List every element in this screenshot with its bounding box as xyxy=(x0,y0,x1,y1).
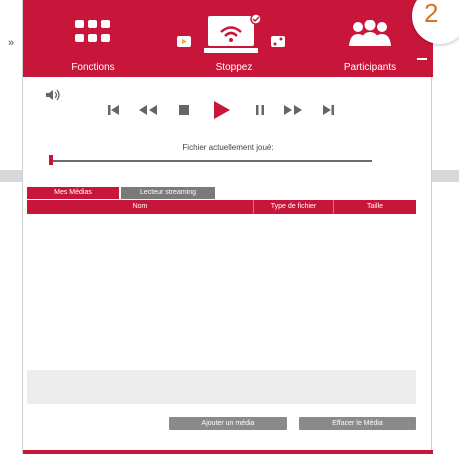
minimize-button[interactable] xyxy=(417,58,427,60)
stop-icon[interactable] xyxy=(177,103,191,117)
participants-label: Participants xyxy=(343,62,397,73)
top-toolbar: Fonctions Stoppez Participants xyxy=(23,0,433,77)
progress-track[interactable] xyxy=(49,160,372,162)
stop-sharing-button[interactable]: Stoppez xyxy=(173,0,295,77)
fast-forward-icon[interactable] xyxy=(282,103,304,117)
media-table-header: Nom Type de fichier Taille xyxy=(27,200,416,214)
skip-back-icon[interactable] xyxy=(107,103,121,117)
add-media-button[interactable]: Ajouter un média xyxy=(169,417,287,430)
status-area xyxy=(27,370,416,404)
column-size[interactable]: Taille xyxy=(333,200,416,214)
participants-button[interactable]: Participants xyxy=(335,0,405,77)
screen-share-icon xyxy=(177,13,285,53)
rewind-icon[interactable] xyxy=(137,103,159,117)
column-name[interactable]: Nom xyxy=(27,200,253,214)
tab-streaming-player[interactable]: Lecteur streaming xyxy=(121,187,215,199)
media-table-body[interactable] xyxy=(27,214,416,370)
stop-label: Stoppez xyxy=(215,62,253,73)
side-collapse-tab[interactable]: » xyxy=(0,28,22,58)
bottom-accent-bar xyxy=(23,450,433,454)
participants-icon xyxy=(349,20,391,46)
progress-thumb[interactable] xyxy=(49,155,53,165)
step-number: 2 xyxy=(424,0,439,28)
skip-forward-icon[interactable] xyxy=(321,103,335,117)
play-icon[interactable] xyxy=(211,100,231,120)
media-window: Fonctions Stoppez Participants Fichier a… xyxy=(22,0,433,454)
column-file-type[interactable]: Type de fichier xyxy=(253,200,333,214)
functions-button[interactable]: Fonctions xyxy=(53,0,133,77)
current-file-caption: Fichier actuellement joué: xyxy=(182,143,274,152)
delete-media-button[interactable]: Effacer le Média xyxy=(299,417,416,430)
functions-label: Fonctions xyxy=(71,62,115,73)
grid-icon xyxy=(75,20,110,42)
pause-icon[interactable] xyxy=(253,103,267,117)
tab-my-media[interactable]: Mes Médias xyxy=(27,187,119,199)
volume-icon[interactable] xyxy=(45,89,61,101)
